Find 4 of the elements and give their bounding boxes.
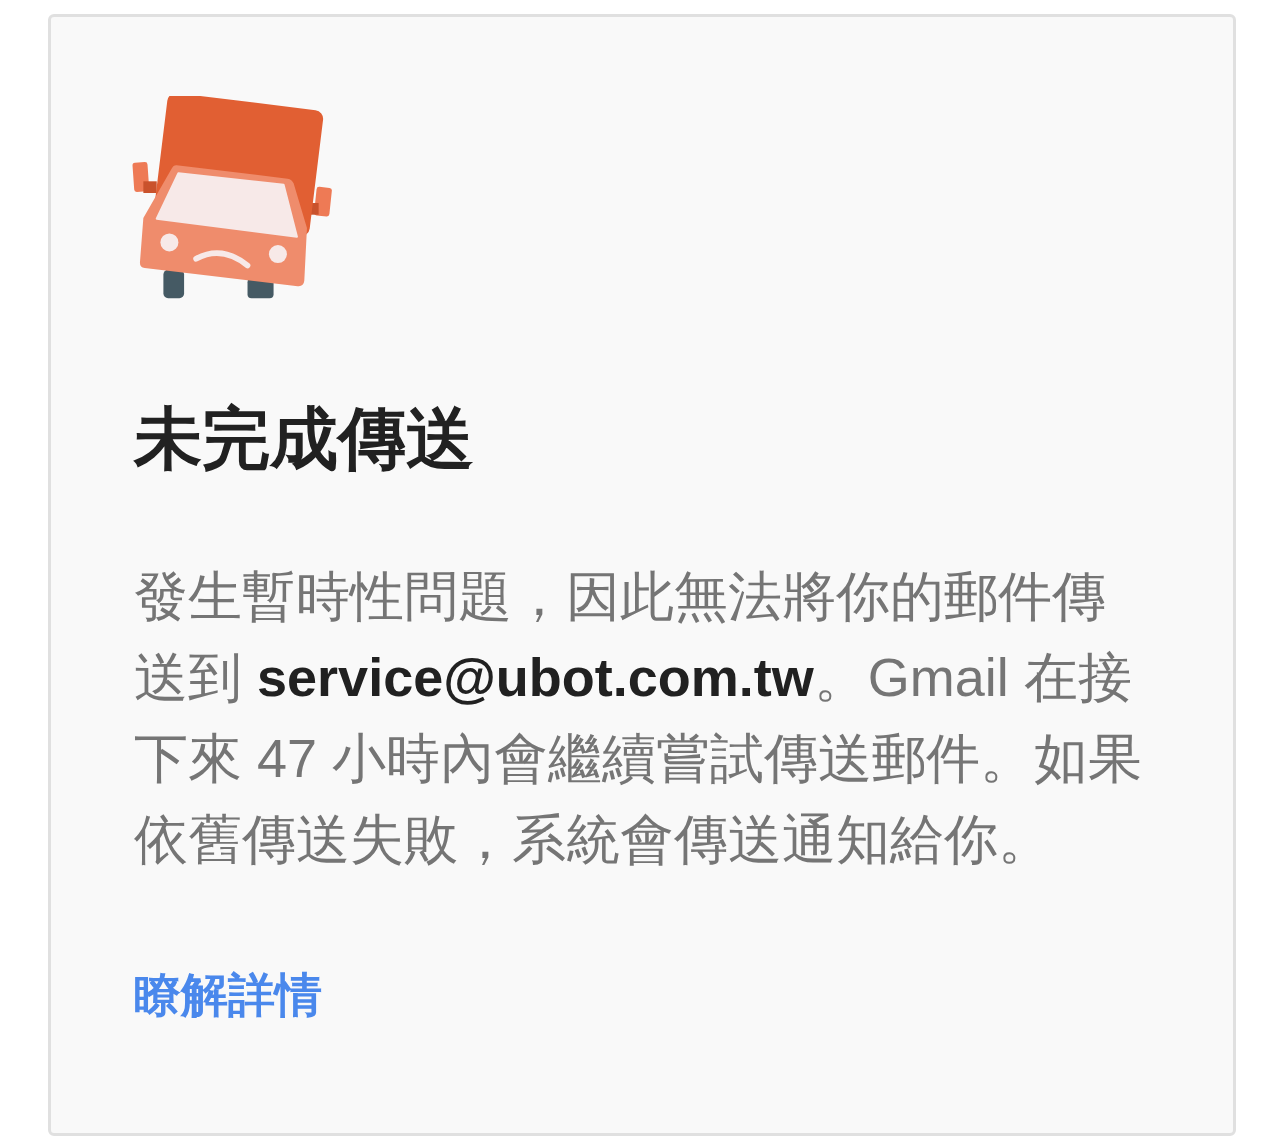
message-text: 發生暫時性問題，因此無法將你的郵件傳送到 service@ubot.com.tw。Gmail 在接下來 47 小時內會繼續嘗試傳送郵件。如果依舊傳送失敗，系統會傳送通知給你。 [134, 565, 1144, 871]
card-title: 未完成傳送 [134, 399, 474, 478]
truck-icon [130, 96, 332, 300]
learn-more-link[interactable]: 瞭解詳情 [134, 964, 322, 1025]
